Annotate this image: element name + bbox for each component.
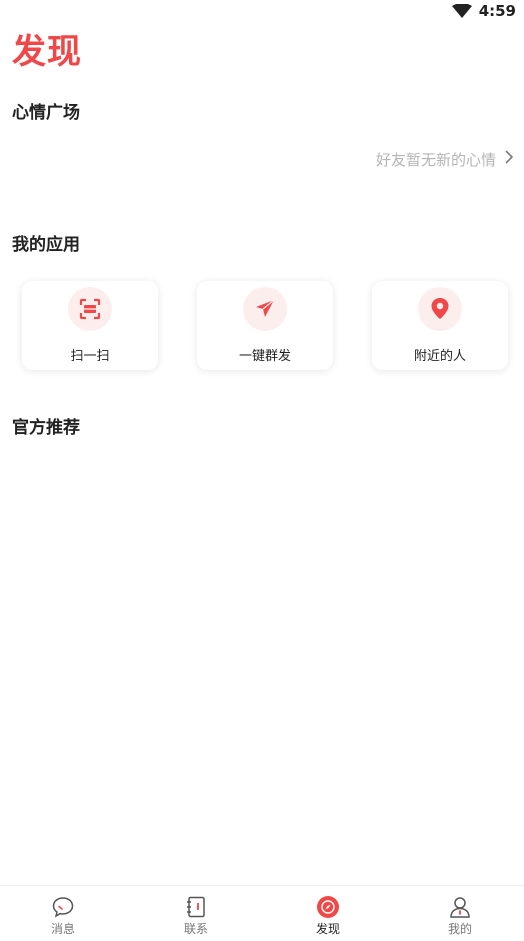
tab-messages-label: 消息 <box>50 922 75 936</box>
tab-messages[interactable]: 消息 <box>23 894 103 937</box>
status-bar: 4:59 <box>0 0 524 22</box>
app-broadcast-button[interactable]: 一键群发 <box>197 281 333 370</box>
tab-contacts[interactable]: 联系 <box>156 894 236 937</box>
chevron-right-icon <box>504 149 514 169</box>
profile-icon <box>420 894 500 920</box>
my-apps-title: 我的应用 <box>12 235 80 255</box>
contacts-icon <box>156 894 236 920</box>
wifi-icon <box>452 3 472 22</box>
app-nearby-button[interactable]: 附近的人 <box>372 281 508 370</box>
send-icon <box>243 287 287 331</box>
page-title: 发现 <box>12 32 82 72</box>
app-broadcast-label: 一键群发 <box>238 349 291 364</box>
tab-discover-label: 发现 <box>315 922 340 936</box>
bottom-tab-bar: 消息 联系 发现 我的 <box>0 885 524 941</box>
my-apps-grid: 扫一扫 一键群发 附近的人 <box>22 281 508 370</box>
app-scan-button[interactable]: 扫一扫 <box>22 281 158 370</box>
status-time: 4:59 <box>478 2 516 20</box>
compass-icon <box>288 894 368 920</box>
mood-plaza-title: 心情广场 <box>12 103 80 123</box>
message-icon <box>23 894 103 920</box>
mood-plaza-empty-row[interactable]: 好友暂无新的心情 <box>376 148 514 170</box>
app-scan-label: 扫一扫 <box>70 349 110 364</box>
official-recommend-title: 官方推荐 <box>12 418 80 438</box>
mood-plaza-empty-text: 好友暂无新的心情 <box>375 150 496 169</box>
tab-contacts-label: 联系 <box>183 922 208 936</box>
scan-icon <box>68 287 112 331</box>
tab-profile-label: 我的 <box>447 922 472 936</box>
tab-profile[interactable]: 我的 <box>420 894 500 937</box>
app-nearby-label: 附近的人 <box>413 349 466 364</box>
location-pin-icon <box>418 287 462 331</box>
tab-discover[interactable]: 发现 <box>288 894 368 937</box>
